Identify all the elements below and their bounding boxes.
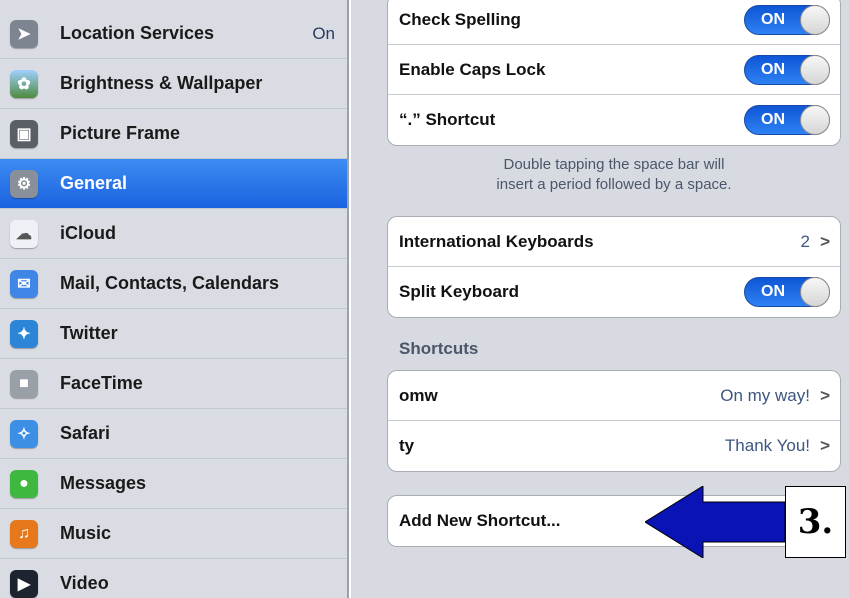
check-spelling-toggle[interactable]: ON [744,5,830,35]
period-shortcut-toggle[interactable]: ON [744,105,830,135]
footnote-line: insert a period followed by a space. [496,176,732,193]
sidebar-item-label: Location Services [60,23,215,43]
sidebar-item-label: iCloud [60,223,116,243]
sidebar-item-label: FaceTime [60,373,143,393]
sidebar-item-location-services[interactable]: ➤ Location Services On [0,9,347,59]
cloud-icon: ☁ [10,219,38,248]
messages-icon: ● [10,469,38,498]
sidebar-item-label: Video [60,573,109,593]
row-label: Check Spelling [399,9,521,29]
sidebar-item-safari[interactable]: ✧ Safari [0,409,347,459]
toggle-label: ON [761,11,785,28]
sidebar-item-picture-frame[interactable]: ▣ Picture Frame [0,109,347,159]
shortcuts-group: omw On my way! > ty Thank You! > [387,370,841,472]
chevron-right-icon: > [820,231,830,251]
split-keyboard-toggle[interactable]: ON [744,277,830,307]
toggle-label: ON [761,61,785,78]
row-label: Add New Shortcut... [399,511,561,530]
sidebar-item-facetime[interactable]: ■ FaceTime [0,359,347,409]
sidebar-item-label: Picture Frame [60,123,181,143]
toggle-label: ON [761,283,785,300]
video-icon: ▶ [10,569,38,598]
keyboard-options-group: Check Spelling ON Enable Caps Lock ON “.… [387,0,841,146]
sidebar-item-mail-contacts-calendars[interactable]: ✉ Mail, Contacts, Calendars [0,259,347,309]
toggle-knob [800,277,830,307]
sidebar-item-messages[interactable]: ● Messages [0,459,347,509]
music-icon: ♫ [10,519,38,548]
sidebar-item-label: General [60,173,128,193]
arrow-left-icon [645,486,785,558]
sidebar-item-general[interactable]: ⚙ General [0,159,347,209]
row-value: 2 [800,231,810,251]
toggle-knob [800,105,830,135]
row-label: “.” Shortcut [399,110,496,129]
sidebar-item-label: Twitter [60,323,118,343]
period-shortcut-footnote: Double tapping the space bar will insert… [387,155,841,195]
wallpaper-icon: ✿ [10,69,38,98]
keyboards-group: International Keyboards 2 > Split Keyboa… [387,216,841,318]
footnote-line: Double tapping the space bar will [503,156,725,173]
shortcuts-section-header: Shortcuts [399,339,479,358]
row-label: Split Keyboard [399,282,519,301]
chevron-right-icon: > [820,385,830,405]
sidebar-item-brightness-wallpaper[interactable]: ✿ Brightness & Wallpaper [0,59,347,109]
enable-caps-lock-row: Enable Caps Lock ON [388,45,840,95]
enable-caps-lock-toggle[interactable]: ON [744,55,830,85]
toggle-label: ON [761,111,785,128]
check-spelling-row: Check Spelling ON [388,0,840,45]
settings-screen: ➤ Location Services On ✿ Brightness & Wa… [0,0,849,598]
row-label: omw [399,385,438,405]
safari-icon: ✧ [10,419,38,448]
sidebar-item-video[interactable]: ▶ Video [0,559,347,598]
split-keyboard-row: Split Keyboard ON [388,267,840,317]
period-shortcut-row: “.” Shortcut ON [388,95,840,145]
sidebar-item-label: Messages [60,473,147,493]
gear-icon: ⚙ [10,169,38,198]
location-icon: ➤ [10,19,38,48]
sidebar-item-label: Mail, Contacts, Calendars [60,273,280,293]
mail-icon: ✉ [10,269,38,298]
sidebar-item-label: Safari [60,423,111,443]
settings-sidebar: ➤ Location Services On ✿ Brightness & Wa… [0,0,349,598]
sidebar-item-value: On [312,23,335,43]
international-keyboards-row[interactable]: International Keyboards 2 > [388,217,840,267]
chevron-right-icon: > [820,436,830,455]
toggle-knob [800,5,830,35]
shortcut-row-ty[interactable]: ty Thank You! > [388,421,840,471]
step-number-label: 3. [785,486,846,558]
sidebar-item-icloud[interactable]: ☁ iCloud [0,209,347,259]
toggle-knob [800,55,830,85]
twitter-icon: ✦ [10,319,38,348]
row-label: Enable Caps Lock [399,59,546,79]
sidebar-item-label: Music [60,523,112,543]
sidebar-item-label: Brightness & Wallpaper [60,73,263,93]
row-label: International Keyboards [399,231,594,251]
picture-frame-icon: ▣ [10,119,38,148]
shortcut-row-omw[interactable]: omw On my way! > [388,371,840,421]
row-label: ty [399,436,415,455]
facetime-icon: ■ [10,369,38,398]
sidebar-item-twitter[interactable]: ✦ Twitter [0,309,347,359]
sidebar-item-music[interactable]: ♫ Music [0,509,347,559]
row-value: Thank You! [724,436,810,455]
row-value: On my way! [720,385,810,405]
